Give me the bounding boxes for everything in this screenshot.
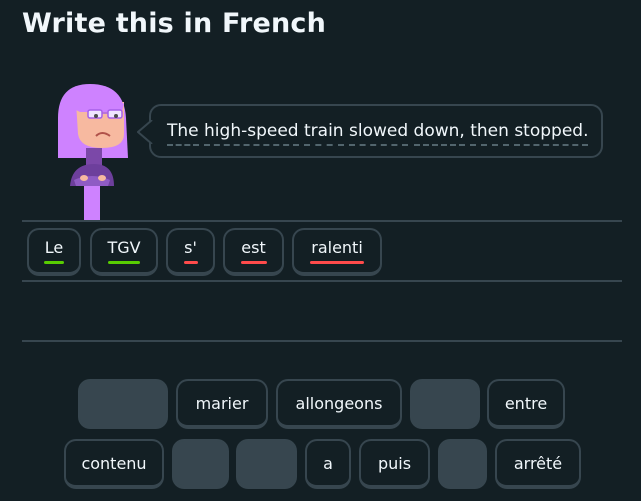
answer-tile-label: est: [241, 238, 266, 257]
word-bank-tile[interactable]: arrêté: [495, 439, 581, 489]
word-bank-slot-empty: [438, 439, 487, 489]
correct-underline: [44, 261, 64, 264]
answer-tile[interactable]: TGV: [90, 228, 158, 276]
word-bank-tile[interactable]: a: [305, 439, 351, 489]
prompt-word[interactable]: stopped.: [514, 121, 589, 146]
answer-tile-label: TGV: [107, 238, 141, 257]
answer-tile-label: ralenti: [311, 238, 363, 257]
speech-bubble: The high-speed train slowed down, then s…: [137, 104, 603, 158]
answer-tile[interactable]: ralenti: [292, 228, 382, 276]
answer-tile[interactable]: s': [166, 228, 215, 276]
prompt-word[interactable]: then: [470, 121, 509, 146]
answer-line-middle: [22, 280, 622, 282]
answer-line-bottom: [22, 340, 622, 342]
word-bank-tile[interactable]: allongeons: [276, 379, 402, 429]
word-bank-slot-empty: [78, 379, 168, 429]
word-bank-tile[interactable]: contenu: [64, 439, 164, 489]
speech-bubble-tail: [137, 120, 153, 144]
word-bank-slot-empty: [172, 439, 229, 489]
prompt-sentence: The high-speed train slowed down, then s…: [167, 121, 589, 146]
prompt-word[interactable]: train: [304, 121, 344, 146]
word-bank-tile[interactable]: puis: [359, 439, 430, 489]
prompt-word[interactable]: slowed: [348, 121, 409, 146]
word-bank-slot-empty: [236, 439, 297, 489]
answer-tile-label: Le: [44, 238, 64, 257]
prompt-word[interactable]: down,: [413, 121, 465, 146]
prompt-word[interactable]: The: [167, 121, 199, 146]
word-bank-tile[interactable]: marier: [176, 379, 268, 429]
word-bank-tile[interactable]: entre: [487, 379, 565, 429]
lily-character-icon: [52, 82, 132, 222]
page-title: Write this in French: [22, 8, 327, 39]
answer-tile[interactable]: Le: [27, 228, 81, 276]
answer-tile-label: s': [184, 238, 197, 257]
word-bank-slot-empty: [410, 379, 480, 429]
correct-underline: [108, 261, 140, 264]
incorrect-underline: [310, 261, 364, 264]
prompt-word[interactable]: high-speed: [204, 121, 299, 146]
incorrect-underline: [240, 261, 267, 264]
answer-line-top: [22, 220, 622, 222]
answer-tile[interactable]: est: [223, 228, 284, 276]
incorrect-underline: [183, 261, 198, 264]
